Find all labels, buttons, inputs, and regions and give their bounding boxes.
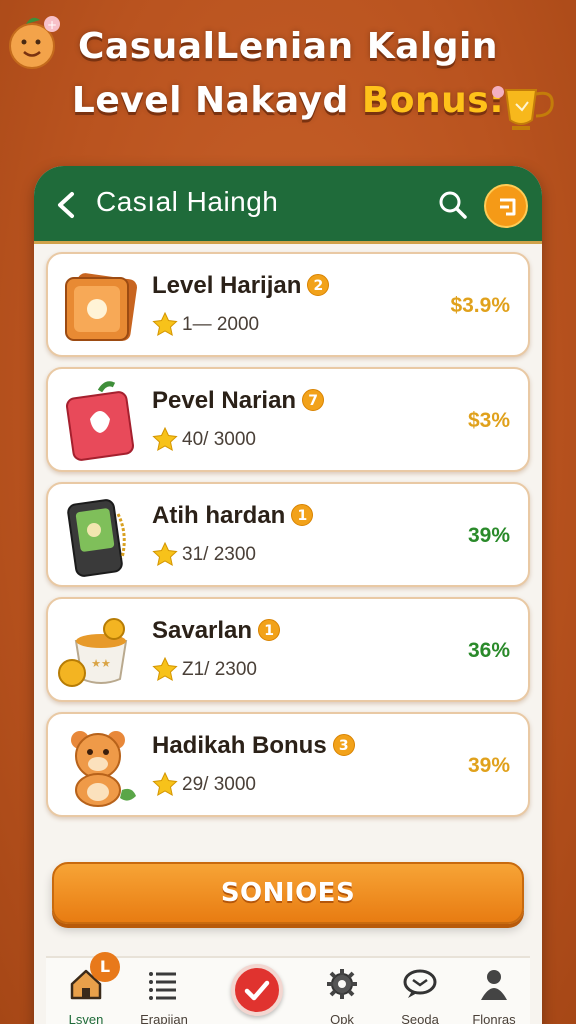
teddy-bear-icon — [71, 731, 136, 807]
phone-icon — [67, 499, 126, 577]
star-icon — [152, 427, 178, 451]
item-title: Level Harijan 2 — [152, 272, 330, 300]
level-badge: 1 — [291, 504, 314, 526]
list-item[interactable]: Level Harijan 2 1— 2000 $3.9% — [46, 252, 530, 357]
trophy-icon — [492, 86, 554, 130]
tab-profile[interactable]: Flonras — [454, 958, 534, 1024]
list-item[interactable]: Hadikah Bonus 3 29/ 3000 39% — [46, 712, 530, 817]
promo-banner: + CasualLenian Kalgin Level Nakayd Bonus… — [0, 0, 576, 160]
star-icon — [152, 657, 178, 681]
photo-stack-icon — [65, 273, 137, 341]
tab-label: Lsven — [68, 1012, 104, 1024]
center-check-button[interactable] — [231, 964, 283, 1016]
tab-settings[interactable]: Opk — [302, 958, 382, 1024]
tab-badge: L — [90, 952, 120, 982]
message-icon — [403, 969, 437, 998]
primary-action-button[interactable]: SONIOES — [52, 862, 524, 924]
list-item[interactable]: Atih hardan 1 31/ 2300 39% — [46, 482, 530, 587]
item-progress: Z1/ 2300 — [182, 659, 257, 680]
bottom-tab-bar: L Lsven Erapiian Opk Seoda Flonras — [46, 952, 530, 1024]
gear-icon — [327, 969, 357, 999]
level-badge: 3 — [332, 734, 355, 756]
level-badge: 1 — [258, 619, 281, 641]
item-value: $3.9% — [450, 294, 510, 317]
red-journal-icon — [66, 381, 134, 461]
item-progress: 40/ 3000 — [182, 429, 256, 450]
list-icon — [149, 972, 176, 1000]
banner-title: CasualLenian Kalgin — [78, 26, 498, 67]
item-progress: 1— 2000 — [182, 314, 260, 335]
panel-header: Casıal Haingh — [34, 166, 542, 244]
user-icon — [481, 970, 507, 1000]
level-badge: 7 — [302, 389, 325, 411]
search-icon[interactable] — [438, 190, 468, 220]
list-item[interactable]: ★★ Savarlan 1 Z1/ 2300 36% — [46, 597, 530, 702]
tab-label: Erapiian — [140, 1012, 188, 1024]
item-value: 36% — [467, 639, 510, 662]
star-icon — [152, 312, 178, 336]
banner-subtitle-prefix: Level Nakayd — [71, 80, 349, 121]
item-title: Pevel Narian 7 — [152, 387, 325, 415]
page-title: Casıal Haingh — [96, 186, 279, 217]
tab-label: Seoda — [401, 1012, 439, 1024]
banner-subtitle-highlight: Bonus: — [361, 80, 505, 121]
item-value: 39% — [467, 754, 510, 777]
list-item[interactable]: Pevel Narian 7 40/ 3000 $3% — [46, 367, 530, 472]
item-progress: 29/ 3000 — [182, 774, 256, 795]
item-title: Atih hardan 1 — [152, 502, 314, 530]
item-progress: 31/ 2300 — [182, 544, 256, 565]
level-badge: 2 — [307, 274, 330, 296]
tab-list[interactable]: Erapiian — [124, 958, 204, 1024]
tab-messages[interactable]: Seoda — [380, 958, 460, 1024]
tab-home[interactable]: L Lsven — [46, 952, 126, 1024]
back-arrow-icon[interactable] — [54, 190, 78, 220]
svg-text:★★: ★★ — [91, 657, 111, 670]
star-icon — [152, 542, 178, 566]
tab-label: Flonras — [472, 1012, 516, 1024]
tab-label: Opk — [330, 1012, 354, 1024]
check-icon — [244, 980, 270, 1001]
main-panel: Casıal Haingh Level Harijan 2 1— 2000 $3.… — [34, 166, 542, 1024]
item-title: Savarlan 1 — [152, 617, 281, 645]
item-title: Hadikah Bonus 3 — [152, 732, 355, 760]
item-value: 39% — [467, 524, 510, 547]
item-value: $3% — [467, 409, 510, 432]
star-icon — [152, 772, 178, 796]
coin-cup-icon: ★★ — [58, 618, 128, 687]
menu-icon — [500, 198, 516, 216]
menu-button[interactable] — [484, 184, 528, 228]
